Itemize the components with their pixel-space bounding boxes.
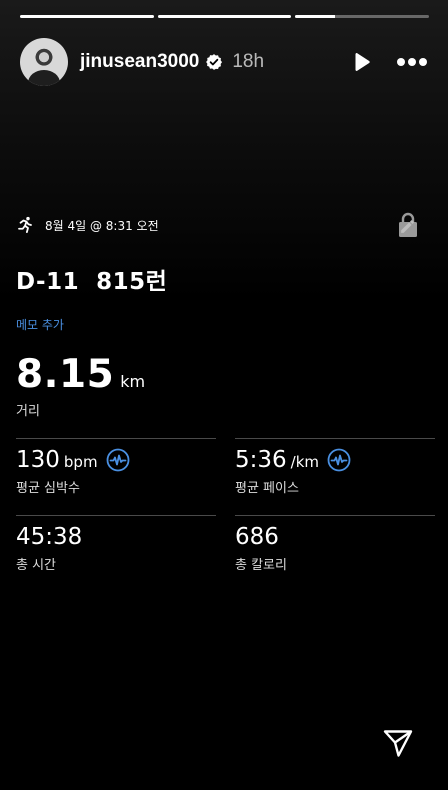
stat-label: 평균 심박수 (16, 481, 80, 496)
more-icon[interactable] (396, 57, 428, 67)
progress-segment-1 (20, 15, 154, 18)
edit-pencil-icon[interactable] (399, 218, 416, 235)
running-icon (18, 216, 32, 234)
stat-value: 45:38 (16, 524, 83, 550)
stat-value: 5:36 (235, 447, 287, 473)
story-viewer: jinusean3000 18h 8월 4일 @ 8:31 오전 D-11 81… (0, 0, 448, 790)
stat-total-calories: 686 총 칼로리 (235, 515, 435, 592)
pace-pulse-icon[interactable] (327, 448, 351, 472)
add-memo-link[interactable]: 메모 추가 (16, 316, 64, 333)
avatar[interactable] (20, 38, 68, 86)
activity-card: 8월 4일 @ 8:31 오전 D-11 815런 메모 추가 8.15 km … (16, 212, 435, 573)
progress-segment-2 (157, 15, 292, 18)
stat-label: 총 시간 (16, 558, 57, 573)
activity-date: 8월 4일 @ 8:31 오전 (45, 218, 159, 233)
stat-avg-heart-rate: 130 bpm 평균 심박수 (16, 438, 216, 515)
story-progress-bar (20, 15, 430, 18)
story-header: jinusean3000 18h (20, 38, 428, 86)
heart-rate-pulse-icon[interactable] (106, 448, 130, 472)
stat-label: 총 칼로리 (235, 558, 287, 573)
stat-avg-pace: 5:36 /km 평균 페이스 (235, 438, 435, 515)
progress-segment-3 (295, 15, 430, 18)
distance-value: 8.15 (16, 352, 115, 397)
send-direct-icon[interactable] (382, 727, 414, 759)
verified-badge-icon (206, 54, 223, 70)
activity-title-row: D-11 815런 (16, 264, 435, 295)
stat-label: 평균 페이스 (235, 481, 299, 496)
stat-value: 686 (235, 524, 279, 550)
activity-title: D-11 815런 (16, 269, 168, 295)
username[interactable]: jinusean3000 (80, 51, 199, 73)
play-icon[interactable] (350, 51, 372, 73)
distance-label: 거리 (16, 404, 40, 419)
stat-value: 130 (16, 447, 60, 473)
activity-meta: 8월 4일 @ 8:31 오전 (16, 212, 435, 238)
story-time: 18h (232, 51, 265, 72)
distance-unit: km (120, 372, 146, 391)
stat-total-time: 45:38 총 시간 (16, 515, 216, 592)
stat-unit: bpm (63, 453, 98, 471)
stat-unit: /km (290, 453, 320, 471)
distance-value-row: 8.15 km (16, 352, 145, 397)
